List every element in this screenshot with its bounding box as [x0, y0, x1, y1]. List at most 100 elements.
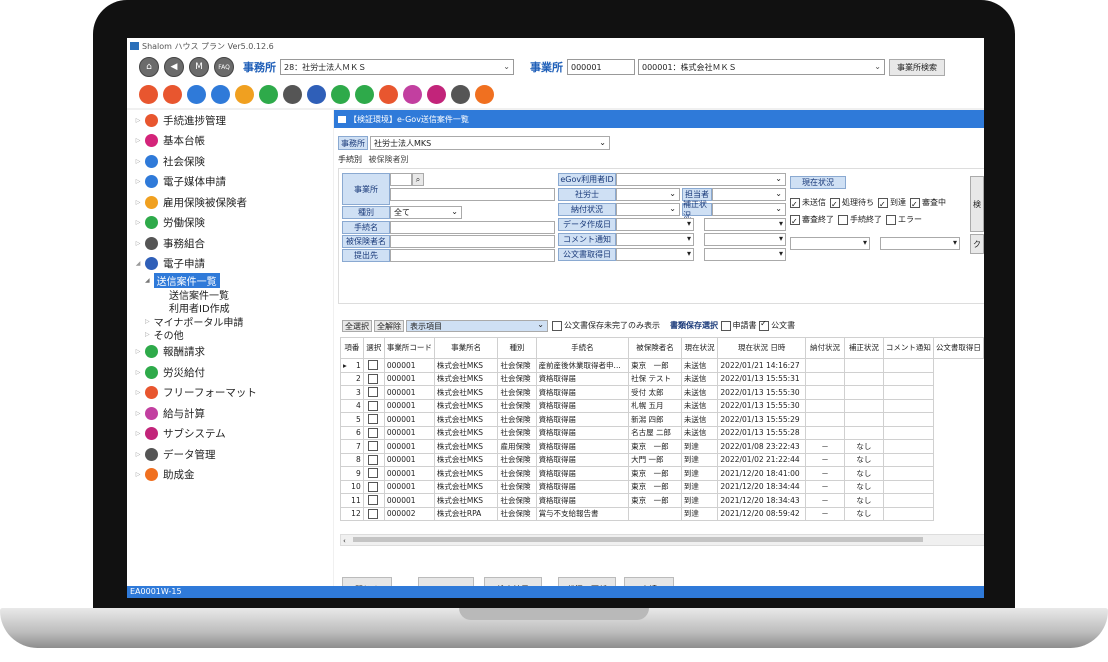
checkbox[interactable] — [878, 196, 888, 213]
table-row[interactable]: 2 000001 株式会社MKS 社会保険 資格取得届 社保 テスト 未送信 2022/01/… — [340, 371, 984, 386]
expand-icon[interactable]: ▷ — [131, 410, 145, 417]
status-check[interactable]: エラー — [886, 214, 922, 225]
table-row[interactable]: 7 000001 株式会社MKS 雇用保険 資格取得届 東京 一郎 到達 2022/01/08… — [340, 439, 984, 454]
sidebar-item[interactable]: ▷ 社会保険 — [127, 151, 333, 172]
status-check[interactable]: 手続終了 — [838, 214, 882, 225]
column-header[interactable]: コメント通知 — [882, 337, 934, 359]
function-icon[interactable] — [475, 84, 494, 104]
shinseisho-checkbox[interactable] — [720, 320, 731, 331]
function-icon[interactable] — [283, 84, 302, 104]
expand-icon[interactable]: ▷ — [145, 331, 150, 338]
function-icon[interactable] — [331, 84, 350, 104]
column-header[interactable]: 種別 — [497, 337, 537, 359]
expand-icon[interactable]: ▷ — [131, 430, 145, 437]
row-checkbox[interactable] — [367, 454, 378, 465]
function-icon[interactable] — [451, 84, 470, 104]
sidebar-subitem-sending-list[interactable]: ◢ 送信案件一覧 — [127, 273, 333, 289]
status-date-from[interactable]: ▾ — [790, 237, 870, 250]
deselect-all-button[interactable]: 全解除 — [374, 320, 404, 332]
expand-icon[interactable]: ▷ — [131, 369, 145, 376]
teishutsu-input[interactable] — [390, 249, 555, 262]
table-row[interactable]: 3 000001 株式会社MKS 社会保険 資格取得届 受付 太郎 未送信 2022/01/1… — [340, 385, 984, 400]
sidebar-item[interactable]: ▷ 雇用保険被保険者 — [127, 192, 333, 213]
select-cell[interactable] — [362, 493, 385, 508]
home-icon[interactable]: ⌂ — [139, 57, 159, 77]
expand-icon[interactable]: ▷ — [145, 318, 150, 325]
data-sakusei-from[interactable]: ▾ — [616, 218, 694, 231]
search-icon[interactable]: ⌕ — [412, 173, 424, 186]
sidebar-item[interactable]: ▷ 労働保険 — [127, 213, 333, 234]
jigyosho-code-input[interactable]: 000001 — [567, 59, 635, 75]
function-icon[interactable] — [307, 84, 326, 104]
row-checkbox[interactable] — [367, 427, 378, 438]
function-icon[interactable] — [259, 84, 278, 104]
expand-icon[interactable]: ▷ — [131, 158, 145, 165]
shubetsu-select[interactable]: 全て ⌄ — [390, 206, 462, 219]
status-check[interactable]: 処理待ち — [830, 196, 874, 213]
scroll-left-icon[interactable]: ‹ — [343, 537, 346, 545]
sidebar-item[interactable]: ▷ 助成金 — [127, 465, 333, 486]
row-checkbox[interactable] — [367, 481, 378, 492]
comment-from[interactable]: ▾ — [616, 233, 694, 246]
expand-icon[interactable]: ▷ — [131, 451, 145, 458]
sidebar-item[interactable]: ◢ 電子申請 — [127, 254, 333, 275]
calendar-icon[interactable]: ▾ — [779, 249, 783, 258]
jigyosho-code-input[interactable] — [390, 173, 412, 186]
expand-icon[interactable]: ▷ — [131, 178, 145, 185]
tab-tetsuzuki[interactable]: 手続別 — [338, 155, 362, 164]
sidebar-item[interactable]: ▷ 手続進捗管理 — [127, 110, 333, 131]
function-icon[interactable] — [235, 84, 254, 104]
data-sakusei-to[interactable]: ▾ — [704, 218, 786, 231]
row-checkbox[interactable] — [367, 414, 378, 425]
hosei-select[interactable]: ⌄ — [712, 203, 786, 216]
kobunsho-only-check[interactable]: 公文書保存未完了のみ表示 — [552, 320, 660, 331]
expand-icon[interactable]: ▷ — [131, 240, 145, 247]
kobunsho-checkbox[interactable] — [759, 319, 770, 331]
column-header[interactable]: 公文書取得日 — [932, 337, 984, 359]
row-checkbox[interactable] — [367, 441, 378, 452]
sharoshi-select[interactable]: ⌄ — [616, 188, 680, 201]
row-checkbox[interactable] — [367, 468, 378, 479]
clear-button[interactable]: ク — [970, 234, 984, 254]
select-all-button[interactable]: 全選択 — [342, 320, 372, 332]
tantosha-select[interactable]: ⌄ — [712, 188, 786, 201]
column-header[interactable]: 現在状況 — [680, 337, 719, 359]
jigyosho-name-input[interactable] — [390, 188, 555, 201]
sidebar-subitem[interactable]: ▷ マイナポータル申請 — [127, 315, 333, 329]
calendar-icon[interactable]: ▾ — [863, 238, 867, 247]
checkbox[interactable] — [838, 214, 848, 225]
column-header[interactable]: 補正状況 — [843, 337, 884, 359]
comment-to[interactable]: ▾ — [704, 233, 786, 246]
column-header[interactable]: 納付状況 — [805, 337, 845, 359]
status-check[interactable]: 審査終了 — [790, 213, 834, 230]
hihokensha-input[interactable] — [390, 235, 555, 248]
column-header[interactable]: 事業所名 — [433, 337, 499, 359]
calendar-icon[interactable]: ▾ — [687, 219, 691, 228]
jigyosho-search-button[interactable]: 事業所検索 — [889, 58, 945, 76]
jigyosho-select[interactable]: 000001：株式会社ＭＫＳ ⌄ — [638, 59, 885, 75]
status-date-to[interactable]: ▾ — [880, 237, 960, 250]
function-icon[interactable] — [379, 84, 398, 104]
expand-icon[interactable]: ▷ — [131, 471, 145, 478]
select-cell[interactable] — [362, 425, 385, 440]
scroll-thumb[interactable] — [353, 537, 923, 542]
expand-icon[interactable]: ▷ — [131, 219, 145, 226]
jimusho-select[interactable]: 社労士法人MKS ⌄ — [370, 136, 610, 150]
expand-icon[interactable]: ▷ — [131, 137, 145, 144]
table-row[interactable]: 12 000002 株式会社RPA 社会保険 賞与不支給報告書 到達 2021/12/20 … — [340, 506, 984, 521]
function-icon[interactable] — [403, 84, 422, 104]
status-check[interactable]: 審査中 — [910, 196, 946, 213]
search-button[interactable]: 検 — [970, 176, 984, 232]
status-check[interactable]: 未送信 — [790, 196, 826, 213]
expand-icon[interactable]: ▷ — [131, 117, 145, 124]
column-header[interactable]: 被保険者名 — [628, 337, 682, 359]
row-checkbox[interactable] — [367, 495, 378, 506]
select-cell[interactable] — [362, 412, 385, 427]
sidebar-item[interactable]: ▷ 基本台帳 — [127, 131, 333, 152]
jimusho-select[interactable]: 28：社労士法人ＭＫＳ ⌄ — [280, 59, 514, 75]
sidebar-subitem[interactable]: ▷ その他 — [127, 328, 333, 342]
nofu-select[interactable]: ⌄ — [616, 203, 680, 216]
expanded-icon[interactable]: ◢ — [145, 277, 150, 284]
checkbox[interactable] — [830, 196, 840, 213]
select-cell[interactable] — [362, 385, 385, 400]
